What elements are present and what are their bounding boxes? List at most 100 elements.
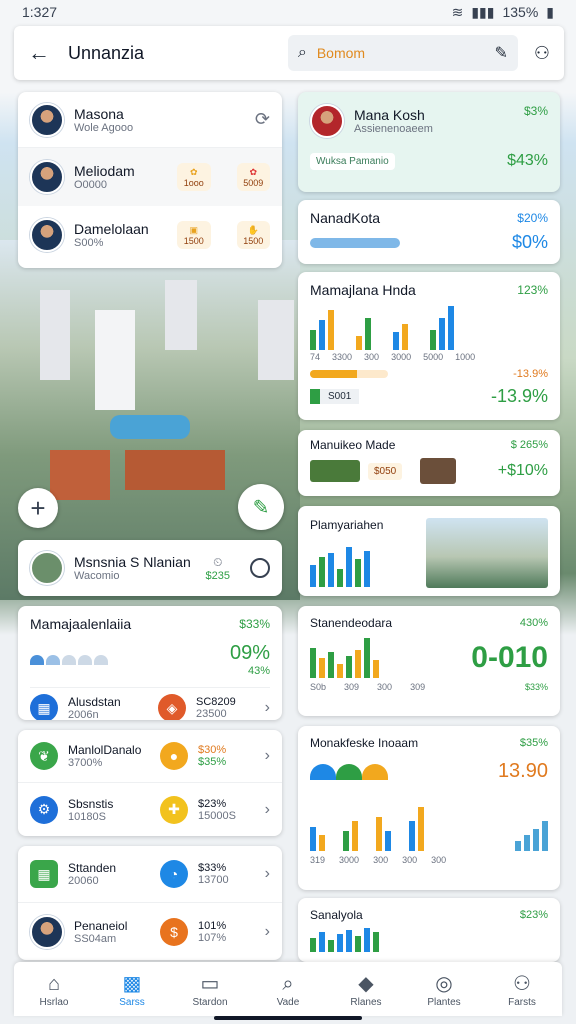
contacts-card: Masona Wole Agooo ⟳ Meliodam O0000 ✿ 1ooo ✿… bbox=[18, 92, 282, 268]
layers-icon: ◆ bbox=[358, 972, 374, 995]
location-card[interactable]: Msnsnia S Nlanian Wacomio ⏲ $235 bbox=[18, 540, 282, 596]
tag-icon: ◈ bbox=[158, 694, 186, 720]
item-title: Sttanden bbox=[68, 861, 117, 875]
contact-name: Meliodam bbox=[74, 163, 135, 179]
list-item[interactable]: Meliodam O0000 ✿ 1ooo ✿ 5009 bbox=[18, 148, 282, 206]
flower-tile[interactable]: ✿ 5009 bbox=[236, 163, 270, 191]
chevron-right-icon[interactable]: › bbox=[265, 747, 270, 765]
card-sub: Assienenoaeem bbox=[354, 123, 433, 135]
summary-card[interactable]: Mamajaalenlaiia $33% 09% 43% ▦ Alusdstan 20… bbox=[18, 606, 282, 720]
card-title: Manuikeo Made bbox=[310, 438, 396, 452]
nav-label: Stardon bbox=[192, 996, 228, 1008]
search-bar[interactable]: ⌕ Bomom ✎ bbox=[287, 35, 518, 71]
card-title: Mamajaalenlaiia bbox=[30, 616, 132, 632]
list-card: ❦ ManlolDanalo 3700% ● $30% $35% › ⚙ Sbsns… bbox=[18, 730, 282, 836]
gear-icon: ⚙ bbox=[30, 795, 58, 824]
nav-search[interactable]: ⌕ Vade bbox=[256, 971, 320, 1008]
tick-label: 300 bbox=[377, 682, 393, 692]
timer-icon: ⏲ bbox=[213, 554, 223, 569]
add-button[interactable]: + bbox=[18, 488, 58, 528]
bar-chart bbox=[310, 306, 548, 350]
item-right-title: 101% bbox=[198, 919, 227, 932]
nav-stats[interactable]: ▩ Sarss bbox=[100, 971, 164, 1008]
pill-label: S001 bbox=[310, 389, 360, 404]
item-right-title: $30% bbox=[198, 744, 227, 756]
signal-icon: ▮▮▮ bbox=[471, 3, 495, 20]
tile-label: 5009 bbox=[243, 177, 264, 188]
tile-label: $050 bbox=[368, 462, 403, 480]
profile-card[interactable]: Mana Kosh Assienenoaeem $3% Wuksa Pamanio… bbox=[298, 92, 560, 192]
profile-icon[interactable]: ⚇ bbox=[534, 43, 550, 64]
tick-label: 309 bbox=[410, 682, 426, 692]
nav-profile[interactable]: ⚇ Farsts bbox=[490, 971, 554, 1008]
search-text: Bomom bbox=[316, 45, 366, 61]
location-icon: ◎ bbox=[435, 972, 453, 995]
summary-chart-card[interactable]: Sanalyola $23% bbox=[298, 898, 560, 962]
list-item[interactable]: Damelolaan S00% ▣ 1500 ✋ 1500 bbox=[18, 206, 282, 264]
tick-label: 300 bbox=[431, 855, 447, 865]
house-thumbnail bbox=[420, 458, 457, 484]
progress-card[interactable]: NanadKota $20% $0% bbox=[298, 200, 560, 264]
radio-toggle[interactable] bbox=[250, 558, 270, 578]
chevron-right-icon[interactable]: › bbox=[265, 699, 270, 717]
avatar bbox=[30, 218, 64, 252]
coin-icon: ● bbox=[160, 742, 188, 770]
bar-chart bbox=[310, 801, 548, 851]
contact-name: Damelolaan bbox=[74, 221, 149, 237]
item-right-sub: $35% bbox=[198, 756, 227, 768]
made-card[interactable]: Manuikeo Made $ 265% $050 +$10% bbox=[298, 430, 560, 496]
list-item[interactable]: ❦ ManlolDanalo 3700% ● $30% $35% › bbox=[18, 730, 282, 783]
edit-map-button[interactable]: ✎ bbox=[238, 484, 284, 530]
chevron-right-icon[interactable]: › bbox=[265, 865, 270, 883]
chevron-right-icon[interactable]: › bbox=[265, 923, 270, 941]
puzzle-icon: ✚ bbox=[160, 795, 188, 824]
list-item[interactable]: Penaneiol SS04am $ 101% 107% › bbox=[18, 903, 282, 960]
card-pct: $3% bbox=[523, 104, 548, 118]
bar-chart-card[interactable]: Mamajlana Hnda 123% 74 3300 300 3000 5000 1000… bbox=[298, 272, 560, 420]
tick-label: 1000 bbox=[455, 352, 476, 362]
card-pct: $ 265% bbox=[510, 439, 548, 451]
list-item[interactable]: Masona Wole Agooo ⟳ bbox=[18, 92, 282, 148]
bar-chart bbox=[310, 638, 379, 678]
nav-layers[interactable]: ◆ Rlanes bbox=[334, 971, 398, 1008]
nav-cards[interactable]: ▭ Stardon bbox=[178, 971, 242, 1008]
contact-name: Masona bbox=[74, 105, 124, 122]
item-sub: 10180S bbox=[68, 810, 106, 823]
hand-tile[interactable]: ✋ 1500 bbox=[236, 221, 270, 249]
gauge-card[interactable]: Stanendeodara 430% 0-010 S0b 309 300 309 $33… bbox=[298, 606, 560, 716]
tile-label: 1500 bbox=[243, 235, 264, 246]
hand-icon: ✋ bbox=[247, 224, 259, 235]
wave-card[interactable]: Monakfeske Inoaam $35% 13.90 319 3000 300 30… bbox=[298, 726, 560, 890]
nav-places[interactable]: ◎ Plantes bbox=[412, 971, 476, 1008]
nav-home[interactable]: ⌂ Hsrlao bbox=[22, 971, 86, 1008]
grid-icon: ▦ bbox=[30, 860, 58, 888]
card-title: Sanalyola bbox=[310, 908, 363, 922]
tick-label: 74 bbox=[310, 352, 321, 362]
card-title: Plamyariahen bbox=[310, 518, 384, 532]
photo-chart-card[interactable]: Plamyariahen bbox=[298, 506, 560, 596]
edit-icon[interactable]: ✎ bbox=[494, 43, 507, 63]
list-item[interactable]: ⚙ Sbsnstis 10180S ✚ $23% 15000S › bbox=[18, 783, 282, 836]
nav-label: Vade bbox=[276, 996, 300, 1008]
home-indicator bbox=[214, 1016, 362, 1020]
tick-label: 300 bbox=[402, 855, 418, 865]
list-card: ▦ Sttanden 20060 ◔ $33% 13700 › Penaneiol S… bbox=[18, 846, 282, 960]
progress-bar bbox=[310, 237, 400, 248]
back-arrow-icon[interactable]: ← bbox=[28, 40, 50, 66]
big-value: +$10% bbox=[497, 462, 548, 479]
flower-tile[interactable]: ✿ 1ooo bbox=[177, 163, 211, 191]
tile-label: 1ooo bbox=[183, 177, 204, 188]
card-title: Stanendeodara bbox=[310, 616, 393, 630]
tick-label: 3000 bbox=[339, 855, 360, 865]
coin-tile[interactable]: ▣ 1500 bbox=[177, 221, 211, 249]
location-name: Msnsnia S Nlanian bbox=[74, 554, 191, 570]
list-item[interactable]: ▦ Alusdstan 2006n ◈ SC8209 23500 › bbox=[30, 687, 270, 720]
chevron-right-icon[interactable]: › bbox=[265, 801, 270, 819]
list-item[interactable]: ▦ Sttanden 20060 ◔ $33% 13700 › bbox=[18, 846, 282, 903]
status-time: 1:327 bbox=[22, 4, 58, 20]
big-value: 09% bbox=[229, 642, 270, 664]
chart-icon: ▩ bbox=[122, 972, 142, 995]
item-right-title: $23% bbox=[198, 797, 227, 810]
tick-label: 3000 bbox=[391, 352, 412, 362]
refresh-icon[interactable]: ⟳ bbox=[255, 109, 270, 130]
